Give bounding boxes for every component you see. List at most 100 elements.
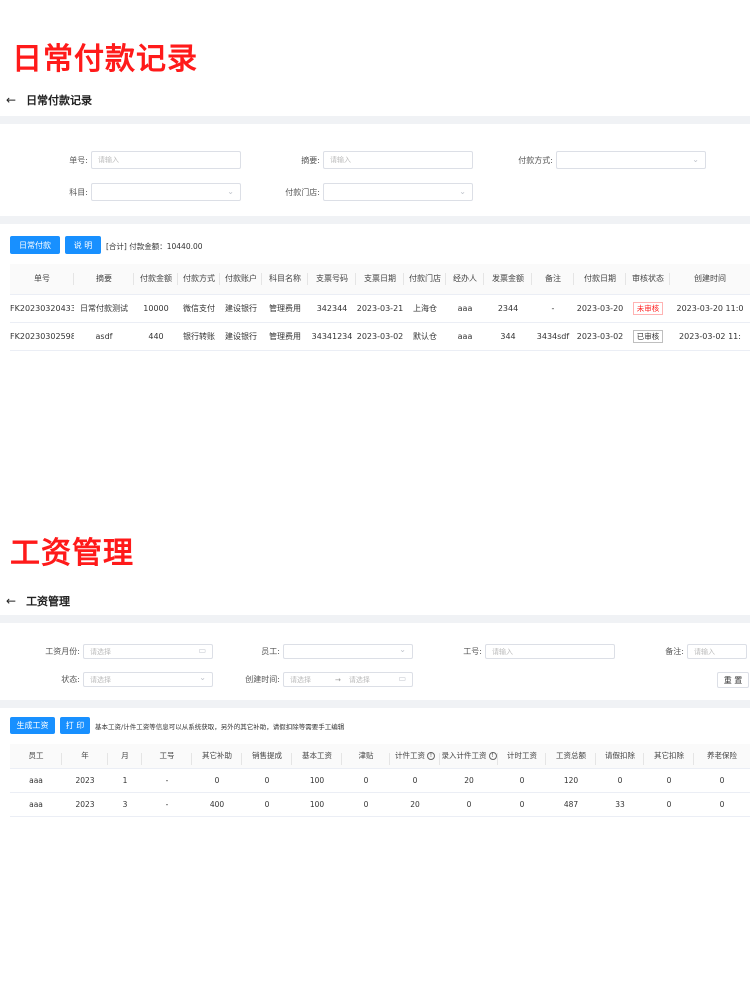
column-header: 付款门店 — [404, 264, 446, 295]
chevron-down-icon: ⌄ — [399, 645, 406, 654]
chevron-down-icon: ⌄ — [227, 187, 234, 196]
column-header-label: 请假扣除 — [605, 751, 635, 761]
column-header: 津贴 — [342, 744, 390, 769]
table-cell: FK20230320433 — [10, 294, 74, 323]
employee-field: 员工: ⌄ — [238, 644, 413, 659]
column-header: 其它补助 — [192, 744, 242, 769]
column-header: 支票日期 — [356, 264, 404, 295]
job-no-input[interactable]: 请输入 — [485, 644, 615, 659]
column-header-label: 科目名称 — [269, 274, 301, 284]
column-header: 发票金额 — [484, 264, 532, 295]
pay-method-select[interactable]: ⌄ — [556, 151, 706, 169]
column-header-label: 基本工资 — [302, 751, 332, 761]
table-cell: - — [142, 792, 192, 817]
table-cell: 2023-03-02 — [356, 322, 404, 351]
generate-salary-button[interactable]: 生成工资 — [10, 717, 55, 734]
table-cell: 建设银行 — [220, 322, 262, 351]
store-field: 付款门店: ⌄ — [272, 183, 473, 201]
table-cell: 33 — [596, 792, 644, 817]
column-header: 员工 — [10, 744, 62, 769]
summary-input[interactable]: 请输入 — [323, 151, 473, 169]
table-cell: 管理费用 — [262, 294, 308, 323]
column-header-label: 创建时间 — [694, 274, 726, 284]
table-cell: 默认仓 — [404, 322, 446, 351]
table-cell: 未审核 — [626, 294, 670, 323]
status-badge: 未审核 — [632, 301, 664, 315]
column-header-label: 养老保险 — [707, 751, 737, 761]
chevron-down-icon: ⌄ — [199, 673, 206, 682]
section2-big-title: 工资管理 — [10, 536, 134, 571]
remark-input[interactable]: 请输入 — [687, 644, 747, 659]
table-cell: 银行转账 — [178, 322, 220, 351]
column-header: 付款方式 — [178, 264, 220, 295]
salary-note-text: 基本工资/计件工资等信息可以从系统获取，另外的其它补助，请假扣除等需要手工编辑 — [95, 723, 345, 731]
table-cell: aaa — [10, 792, 62, 817]
employee-select[interactable]: ⌄ — [283, 644, 413, 659]
table-cell: 0 — [390, 768, 440, 793]
column-header-label: 经办人 — [453, 274, 477, 284]
column-header-label: 支票日期 — [364, 274, 396, 284]
order-no-placeholder: 请输入 — [98, 156, 119, 164]
remark-label: 备注: — [665, 647, 684, 656]
subject-field: 科目: ⌄ — [50, 183, 241, 201]
table-cell: aaa — [10, 768, 62, 793]
table-cell: 2344 — [484, 294, 532, 323]
table-cell: 2023 — [62, 768, 108, 793]
column-header: 审核状态 — [626, 264, 670, 295]
summary-label: 摘要: — [301, 155, 320, 165]
store-select[interactable]: ⌄ — [323, 183, 473, 201]
print-button[interactable]: 打 印 — [60, 717, 90, 734]
column-header: 付款日期 — [574, 264, 626, 295]
table-cell: 2023-03-02 — [574, 322, 626, 351]
info-icon[interactable]: ! — [488, 752, 497, 761]
table-row[interactable]: aaa 2023 3-400 0 100 0 20 0 0 487 33 0 0 — [10, 792, 750, 817]
divider-band — [0, 216, 750, 224]
table-row[interactable]: FK20230302598 asdf 440 银行转账 建设银行 管理费用 34341234… — [10, 322, 750, 351]
column-header: 录入计件工资! — [440, 744, 498, 769]
table-cell: 487 — [546, 792, 596, 817]
table-cell: 建设银行 — [220, 294, 262, 323]
status-label: 状态: — [61, 675, 80, 684]
status-field: 状态: 请选择 ⌄ — [35, 672, 213, 687]
table-cell: 20 — [390, 792, 440, 817]
table-cell: asdf — [74, 322, 134, 351]
column-header-label: 工资总额 — [556, 751, 586, 761]
column-header-label: 付款账户 — [225, 274, 257, 284]
divider-band — [0, 700, 750, 708]
month-picker[interactable]: 请选择 ▭ — [83, 644, 213, 659]
table-cell: 3434sdf — [532, 322, 574, 351]
column-header: 工资总额 — [546, 744, 596, 769]
table-cell: 2023-03-20 — [574, 294, 626, 323]
back-arrow-icon[interactable]: ← — [6, 93, 16, 107]
created-end: 请选择 — [348, 675, 370, 684]
table-cell: 管理费用 — [262, 322, 308, 351]
column-header-label: 员工 — [28, 751, 44, 761]
total-amount-text: [合计] 付款金额：10440.00 — [106, 242, 203, 251]
subject-select[interactable]: ⌄ — [91, 183, 241, 201]
calendar-icon: ▭ — [398, 674, 406, 683]
status-badge: 已审核 — [632, 329, 664, 343]
column-header: 月 — [108, 744, 142, 769]
explain-button[interactable]: 说 明 — [65, 236, 101, 254]
table-cell: FK20230302598 — [10, 322, 74, 351]
created-range-picker[interactable]: 请选择 → 请选择 ▭ — [283, 672, 413, 687]
order-no-input[interactable]: 请输入 — [91, 151, 241, 169]
status-select[interactable]: 请选择 ⌄ — [83, 672, 213, 687]
reset-button[interactable]: 重 置 — [717, 672, 749, 688]
daily-pay-button[interactable]: 日常付款 — [10, 236, 60, 254]
column-header-label: 支票号码 — [316, 274, 348, 284]
table-cell: 440 — [134, 322, 178, 351]
table-cell: 100 — [292, 792, 342, 817]
table-cell: 0 — [694, 768, 750, 793]
table-cell: 微信支付 — [178, 294, 220, 323]
store-label: 付款门店: — [285, 187, 320, 197]
info-icon[interactable]: ! — [427, 752, 435, 761]
table-cell: - — [142, 768, 192, 793]
column-header: 其它扣除 — [644, 744, 694, 769]
back-arrow-icon[interactable]: ← — [6, 594, 16, 608]
column-header-label: 发票金额 — [492, 274, 524, 284]
table-cell: 0 — [192, 768, 242, 793]
table-row[interactable]: aaa 2023 1-0 0 100 0 0 20 0 120 0 0 0 — [10, 768, 750, 793]
table-cell: 0 — [644, 768, 694, 793]
table-row[interactable]: FK20230320433 日常付款测试 10000 微信支付 建设银行 管理费用 3423… — [10, 294, 750, 323]
